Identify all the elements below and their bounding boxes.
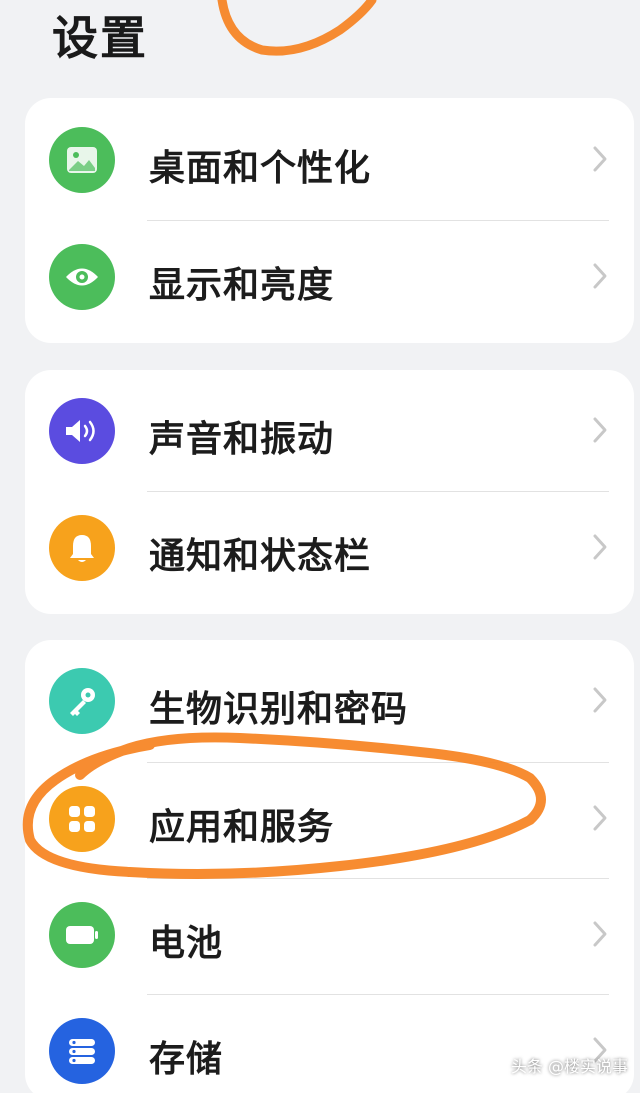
chevron-right-icon <box>593 687 607 713</box>
settings-item-desktop-personalization[interactable]: 桌面和个性化 <box>25 103 634 219</box>
key-icon <box>49 668 115 734</box>
chevron-right-icon <box>593 146 607 172</box>
bell-icon <box>49 515 115 581</box>
settings-item-label: 电池 <box>149 923 224 964</box>
eye-icon <box>49 244 115 310</box>
settings-item-label: 存储 <box>149 1039 224 1080</box>
settings-group-display: 桌面和个性化 显示和亮度 <box>25 98 634 343</box>
settings-group-sound-notification: 声音和振动 通知和状态栏 <box>25 370 634 614</box>
chevron-right-icon <box>593 534 607 560</box>
chevron-right-icon <box>593 921 607 947</box>
settings-item-label: 桌面和个性化 <box>149 148 372 189</box>
chevron-right-icon <box>593 417 607 443</box>
chevron-right-icon <box>593 263 607 289</box>
storage-icon <box>49 1018 115 1084</box>
page-title: 设置 <box>52 11 148 65</box>
apps-grid-icon <box>49 786 115 852</box>
chevron-right-icon <box>593 805 607 831</box>
watermark: 头条 @楼实说事 <box>510 1057 628 1076</box>
settings-item-label: 生物识别和密码 <box>149 689 409 730</box>
battery-icon <box>49 902 115 968</box>
settings-group-security-apps-battery-storage: 生物识别和密码 应用和服务 电池 存储 <box>25 640 634 1093</box>
settings-item-display-brightness[interactable]: 显示和亮度 <box>25 220 634 336</box>
settings-item-label: 应用和服务 <box>149 807 335 848</box>
settings-item-storage[interactable]: 存储 <box>25 994 634 1093</box>
settings-item-label: 声音和振动 <box>149 419 335 460</box>
settings-item-label: 通知和状态栏 <box>149 536 372 577</box>
speaker-icon <box>49 398 115 464</box>
settings-item-biometrics-password[interactable]: 生物识别和密码 <box>25 644 634 760</box>
wallpaper-icon <box>49 127 115 193</box>
settings-item-label: 显示和亮度 <box>149 265 335 306</box>
settings-item-notification-statusbar[interactable]: 通知和状态栏 <box>25 491 634 607</box>
settings-item-battery[interactable]: 电池 <box>25 878 634 994</box>
settings-item-sound-vibration[interactable]: 声音和振动 <box>25 374 634 490</box>
settings-item-apps-services[interactable]: 应用和服务 <box>25 762 634 878</box>
